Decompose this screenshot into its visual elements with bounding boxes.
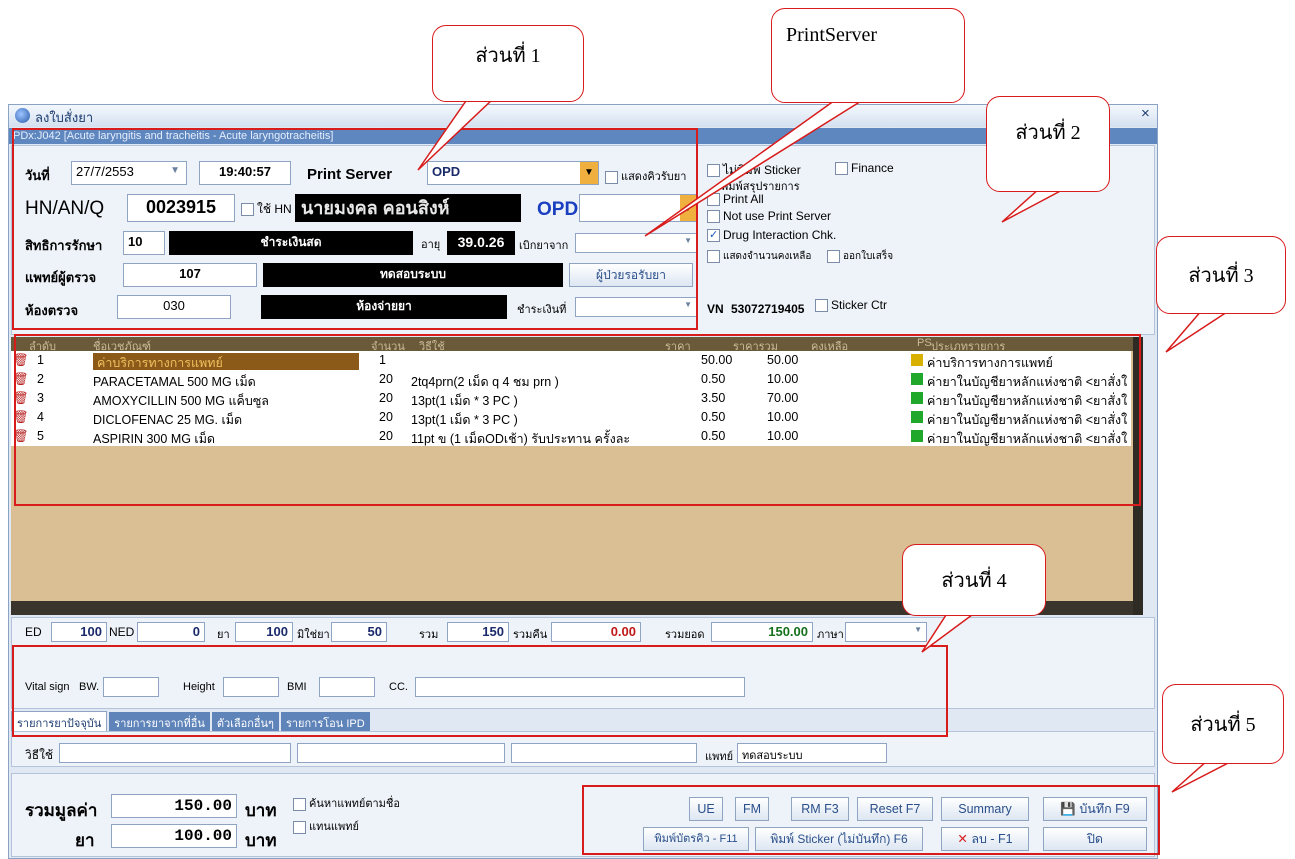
callout-part-1: ส่วนที่ 1 <box>432 25 584 102</box>
callout-printserver: PrintServer <box>771 8 965 103</box>
callout-part-3: ส่วนที่ 3 <box>1156 236 1286 314</box>
callout-part-2: ส่วนที่ 2 <box>986 96 1110 192</box>
callout-part-5: ส่วนที่ 5 <box>1162 684 1284 764</box>
callout-part-4: ส่วนที่ 4 <box>902 544 1046 616</box>
